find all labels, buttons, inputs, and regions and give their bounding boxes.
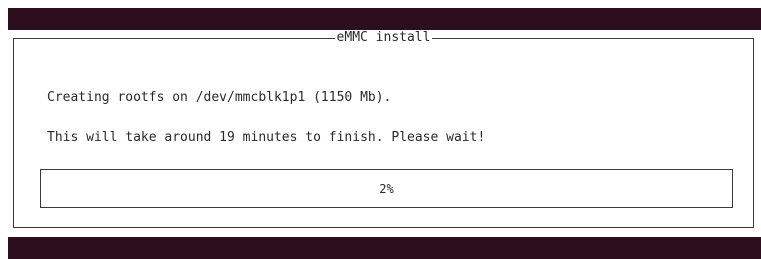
dialog-border-bottom (13, 227, 754, 228)
dialog-title: eMMC install (334, 30, 433, 46)
emmc-install-dialog: eMMC install Creating rootfs on /dev/mmc… (13, 30, 754, 228)
dialog-border-left (13, 38, 14, 228)
progress-percent-label: 2% (379, 181, 394, 196)
status-message-wait: This will take around 19 minutes to fini… (47, 130, 486, 145)
progress-bar: 2% (40, 169, 733, 208)
terminal-background-top (8, 8, 761, 30)
dialog-border-right (753, 38, 754, 228)
terminal-background-bottom (8, 237, 761, 259)
status-message-rootfs: Creating rootfs on /dev/mmcblk1p1 (1150 … (47, 90, 392, 105)
